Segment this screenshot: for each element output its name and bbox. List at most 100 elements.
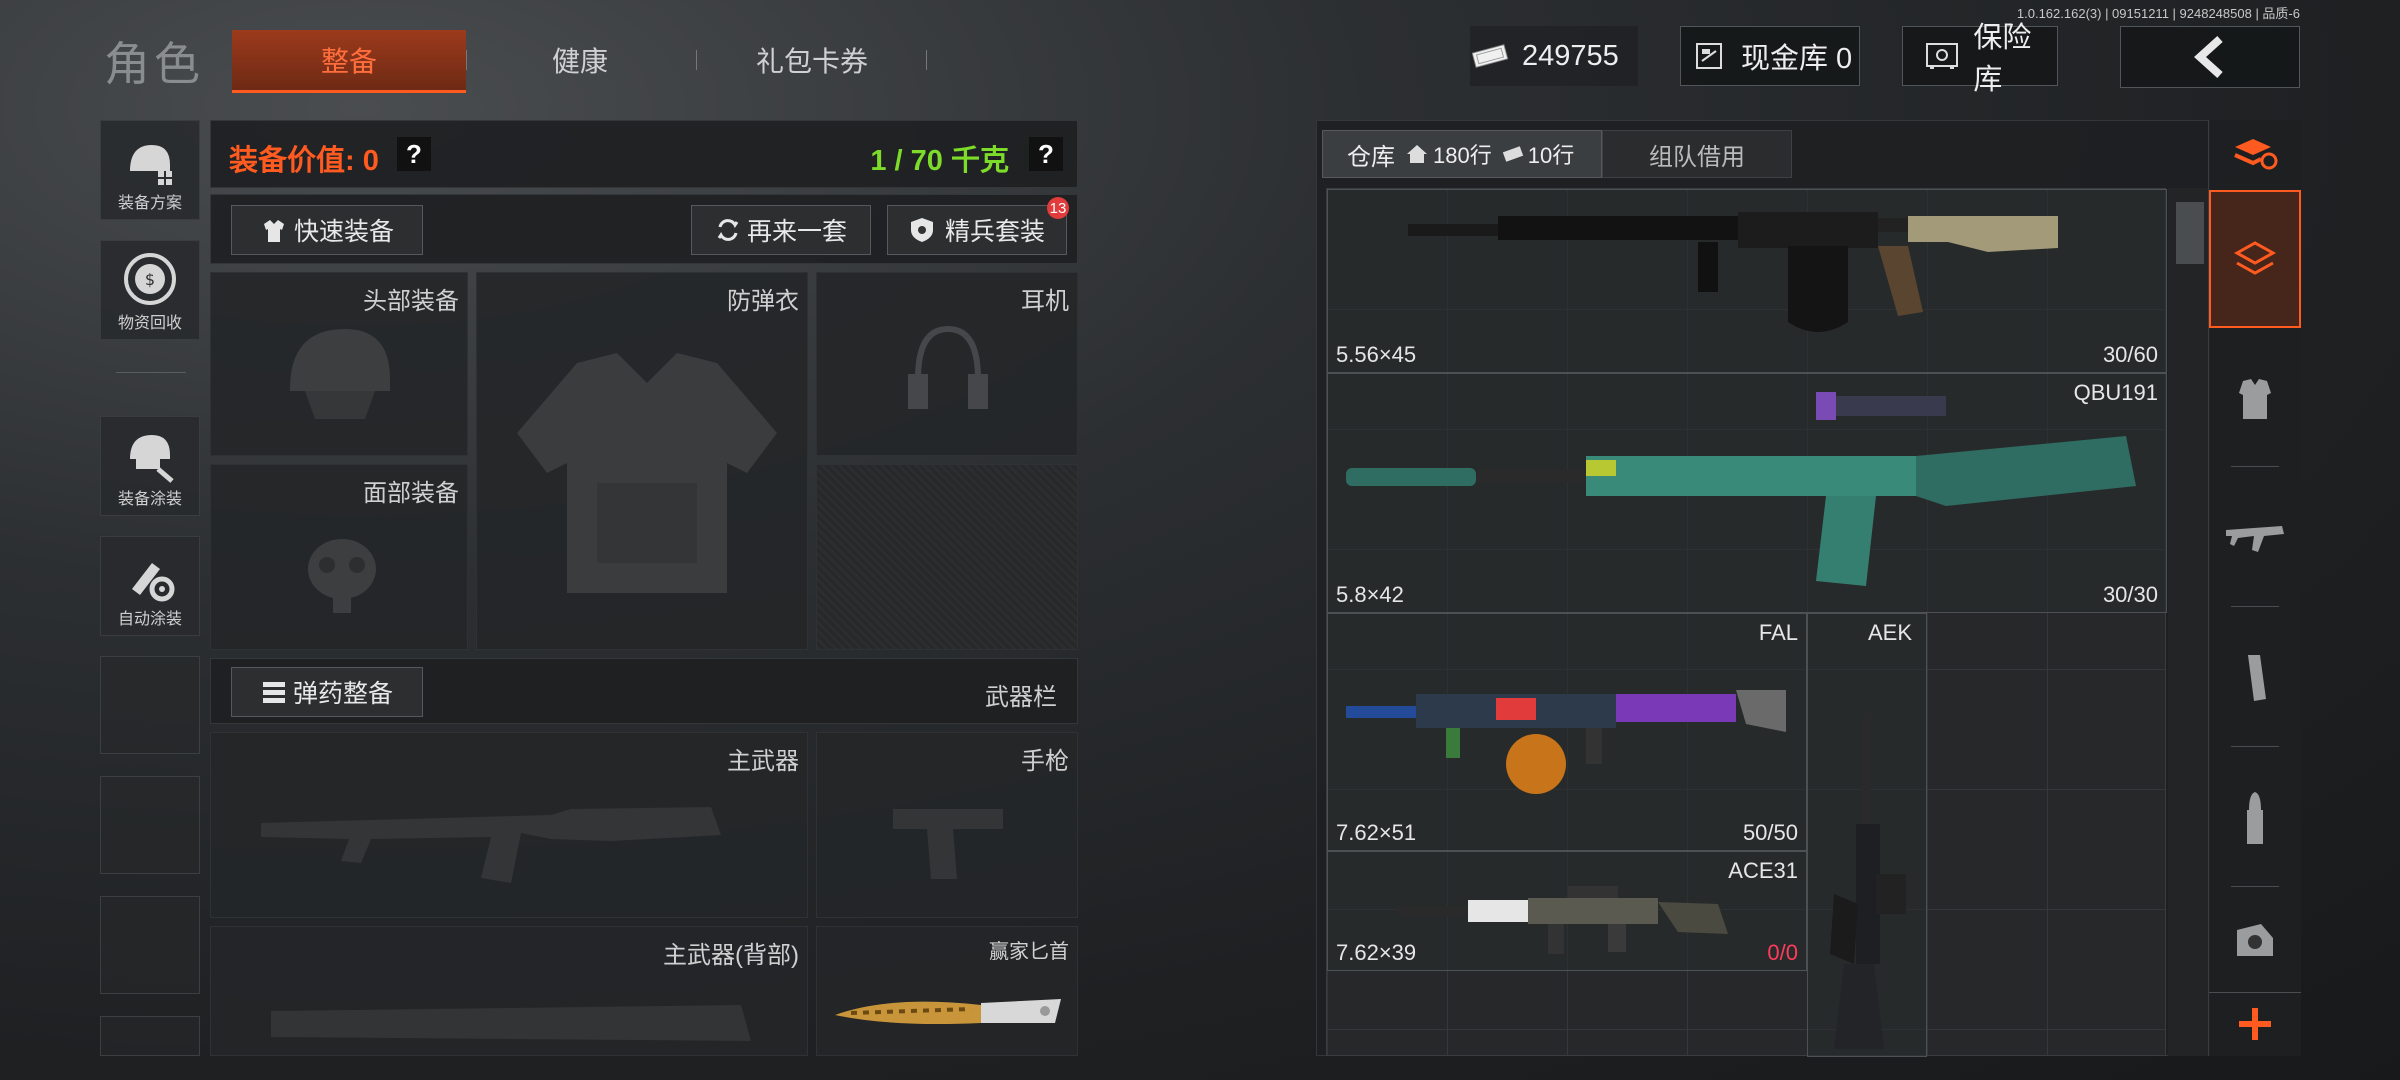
safe-icon xyxy=(1923,41,1961,71)
safe-button[interactable]: 保险库 xyxy=(1902,22,2058,96)
warehouse-scrollbar[interactable] xyxy=(2168,188,2208,1056)
filter-sort-button[interactable] xyxy=(2209,120,2301,186)
cash-vault-button[interactable]: 现金库 0 xyxy=(1680,26,1860,86)
warehouse-grid: 5.56×45 30/60 QBU191 5.8×42 30/30 FAL 7.… xyxy=(1326,188,2167,1057)
recycle-icon: $ xyxy=(124,253,176,305)
knife-slot[interactable]: 赢家匕首 xyxy=(816,926,1078,1056)
warehouse-item-m4[interactable]: 5.56×45 30/60 xyxy=(1327,189,2167,373)
tab-gift-coupons[interactable]: 礼包卡券 xyxy=(712,30,912,90)
warehouse-item-qbu191[interactable]: QBU191 5.8×42 30/30 xyxy=(1327,373,2167,613)
equip-value: 装备价值: 0 xyxy=(229,145,379,177)
shield-star-icon xyxy=(910,218,933,242)
item-caliber: 5.56×45 xyxy=(1336,342,1417,367)
primary-weapon-back-label: 主武器(背部) xyxy=(663,942,799,969)
rifle-m4-icon xyxy=(1408,212,2058,332)
tab-warehouse[interactable]: 仓库 180行 10行 xyxy=(1322,130,1602,178)
primary-weapon-slot[interactable]: 主武器 xyxy=(210,732,808,918)
elite-set-badge: 13 xyxy=(1047,197,1069,219)
ammo-row: 弹药整备 武器栏 xyxy=(210,658,1078,724)
tab-divider xyxy=(926,50,927,70)
face-slot[interactable]: 面部装备 xyxy=(210,464,468,650)
equip-again-label: 再来一套 xyxy=(746,218,847,246)
filter-ammo-button[interactable] xyxy=(2209,750,2301,886)
sidebar-empty-slot xyxy=(100,776,200,874)
warehouse-item-fal[interactable]: FAL 7.62×51 50/50 xyxy=(1327,613,1807,851)
elite-set-label: 精兵套装 xyxy=(944,218,1045,246)
item-caliber: 7.62×51 xyxy=(1336,820,1417,845)
helmet-paint-icon xyxy=(130,435,174,483)
equip-again-button[interactable]: 再来一套 xyxy=(691,205,871,255)
filter-armor-button[interactable] xyxy=(2209,334,2301,464)
tab-health[interactable]: 健康 xyxy=(480,30,680,90)
rail-divider xyxy=(2231,746,2279,747)
sidebar-item-auto-skin[interactable]: 自动涂装 xyxy=(100,536,200,636)
sidebar-item-label: 装备方案 xyxy=(117,195,182,212)
sidebar-item-label: 物资回收 xyxy=(117,315,182,332)
weight-help-icon[interactable]: ? xyxy=(1029,137,1063,171)
home-icon xyxy=(1407,145,1427,163)
warehouse-rows-home: 180行 xyxy=(1433,143,1492,168)
sidebar-item-label: 装备涂装 xyxy=(117,491,182,508)
item-name: ACE31 xyxy=(1728,858,1798,883)
magazine-icon xyxy=(2248,655,2266,701)
headset-slot[interactable]: 耳机 xyxy=(816,272,1078,456)
weight-display: 1 / 70 千克 xyxy=(870,145,1009,177)
filter-weapon-button[interactable] xyxy=(2209,470,2301,606)
rail-divider xyxy=(2231,466,2279,467)
primary-weapon-back-slot[interactable]: 主武器(背部) xyxy=(210,926,808,1056)
pistol-slot[interactable]: 手枪 xyxy=(816,732,1078,918)
rifle-qbu191-icon xyxy=(1346,392,2136,586)
chevron-left-icon xyxy=(2194,36,2223,78)
sidebar-divider xyxy=(116,372,186,373)
tab-team-borrow[interactable]: 组队借用 xyxy=(1602,130,1792,178)
warehouse-item-aek[interactable]: AEK xyxy=(1807,613,1927,1057)
loadout-actions: 快速装备 再来一套 精兵套装 13 xyxy=(210,194,1078,264)
locked-slot xyxy=(816,464,1078,650)
back-button[interactable] xyxy=(2120,26,2300,88)
head-slot-label: 头部装备 xyxy=(363,288,459,315)
elite-set-button[interactable]: 精兵套装 xyxy=(887,205,1067,255)
cash-vault-label: 现金库 0 xyxy=(1741,43,1853,75)
quick-equip-button[interactable]: 快速装备 xyxy=(231,205,423,255)
vest-icon xyxy=(2239,379,2271,419)
tab-divider xyxy=(696,50,697,70)
face-slot-label: 面部装备 xyxy=(363,480,459,507)
add-filter-button[interactable] xyxy=(2209,992,2301,1055)
item-caliber: 7.62×39 xyxy=(1336,940,1417,965)
helmet-icon xyxy=(290,329,390,419)
knife-slot-label: 赢家匕首 xyxy=(989,941,1069,963)
quick-equip-label: 快速装备 xyxy=(293,218,394,246)
sidebar-item-recycle[interactable]: $ 物资回收 xyxy=(100,240,200,340)
filter-magazine-button[interactable] xyxy=(2209,610,2301,746)
rifle-silhouette-icon xyxy=(271,1005,751,1041)
primary-weapon-label: 主武器 xyxy=(727,748,799,775)
item-name: AEK xyxy=(1868,620,1913,645)
sidebar-empty-slot xyxy=(100,656,200,754)
ticket-icon xyxy=(1502,146,1523,162)
head-slot[interactable]: 头部装备 xyxy=(210,272,468,456)
equip-value-help-icon[interactable]: ? xyxy=(397,137,431,171)
filter-all-button[interactable] xyxy=(2209,190,2301,328)
armor-slot[interactable]: 防弹衣 xyxy=(476,272,808,650)
sidebar-item-equip-plan[interactable]: 装备方案 xyxy=(100,120,200,220)
currency-display[interactable]: 249755 xyxy=(1470,26,1638,86)
rifle-silhouette-icon xyxy=(261,807,721,883)
item-caliber: 5.8×42 xyxy=(1336,582,1404,607)
safe-label: 保险库 xyxy=(1973,22,2032,96)
sidebar-item-label: 自动涂装 xyxy=(117,611,182,628)
sidebar-item-equip-skin[interactable]: 装备涂装 xyxy=(100,416,200,516)
scope-sight-icon xyxy=(2237,924,2273,956)
filter-attachment-button[interactable] xyxy=(2209,890,2301,990)
item-ammo-max: /0 xyxy=(1779,940,1798,965)
refresh-icon xyxy=(717,219,739,241)
warehouse-item-ace31[interactable]: ACE31 7.62×39 0/0 xyxy=(1327,851,1807,971)
item-name: FAL xyxy=(1758,620,1798,645)
rail-divider xyxy=(2231,606,2279,607)
layers-refresh-icon xyxy=(2234,139,2278,170)
scrollbar-thumb[interactable] xyxy=(2176,202,2204,264)
tab-equip[interactable]: 整备 xyxy=(232,30,466,93)
rifle-aek-icon xyxy=(1830,714,1906,1049)
warehouse-tab-label: 仓库 xyxy=(1347,143,1395,171)
ammo-equip-button[interactable]: 弹药整备 xyxy=(231,667,423,717)
cash-vault-icon xyxy=(1689,41,1729,71)
